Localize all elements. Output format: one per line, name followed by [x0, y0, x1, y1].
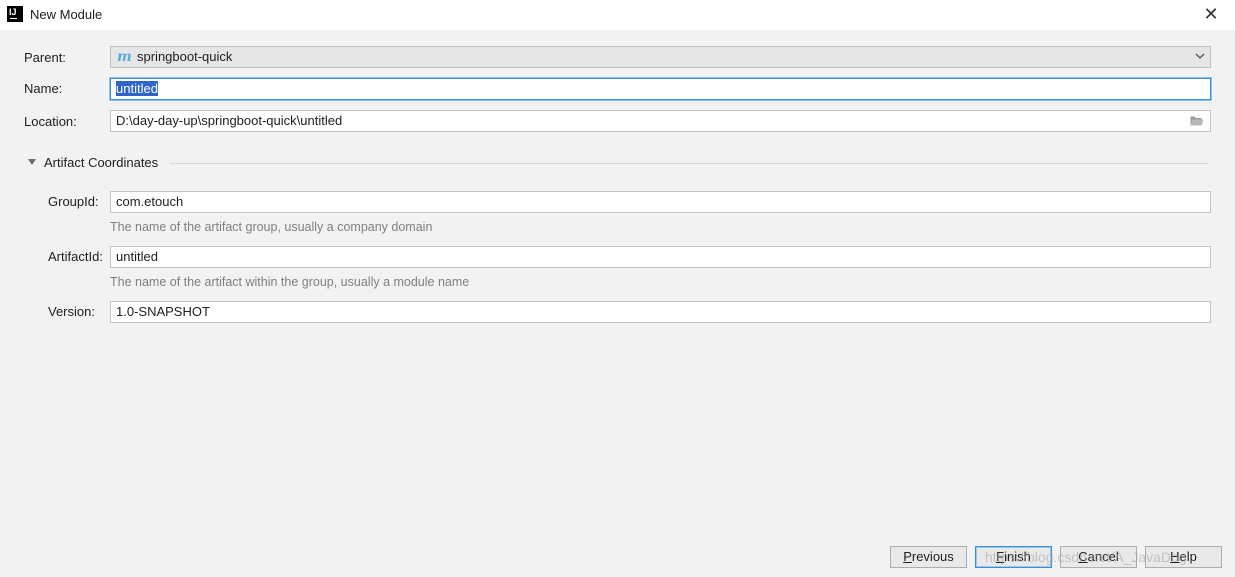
section-divider — [170, 163, 1208, 164]
collapse-triangle-icon[interactable] — [28, 159, 36, 165]
parent-select[interactable]: m springboot-quick — [110, 46, 1211, 68]
version-field[interactable]: 1.0-SNAPSHOT — [110, 301, 1211, 323]
version-field-value: 1.0-SNAPSHOT — [116, 304, 210, 319]
artifactid-label: ArtifactId: — [48, 249, 103, 264]
location-label: Location: — [24, 114, 77, 129]
maven-module-icon: m — [117, 49, 132, 65]
title-bar — [0, 0, 1235, 30]
watermark: https://blog.csdn.net/A_JavaDog — [985, 549, 1187, 565]
name-label: Name: — [24, 81, 63, 96]
location-field[interactable]: D:\day-day-up\springboot-quick\untitled — [110, 110, 1211, 132]
folder-open-icon[interactable] — [1190, 115, 1204, 126]
close-icon[interactable]: ✕ — [1201, 4, 1221, 24]
parent-label: Parent: — [24, 50, 66, 65]
name-field-value: untitled — [116, 81, 158, 96]
parent-select-value: springboot-quick — [137, 49, 233, 64]
location-field-value: D:\day-day-up\springboot-quick\untitled — [116, 113, 343, 128]
chevron-down-icon — [1195, 53, 1205, 59]
previous-button[interactable]: Previous — [890, 546, 967, 568]
intellij-app-icon: IJ — [7, 6, 23, 22]
version-label: Version: — [48, 304, 95, 319]
groupid-label: GroupId: — [48, 194, 99, 209]
artifactid-field-value: untitled — [116, 249, 158, 264]
name-field[interactable]: untitled — [110, 78, 1211, 100]
groupid-field[interactable]: com.etouch — [110, 191, 1211, 213]
artifactid-field[interactable]: untitled — [110, 246, 1211, 268]
groupid-hint: The name of the artifact group, usually … — [110, 220, 433, 234]
artifactid-hint: The name of the artifact within the grou… — [110, 275, 470, 289]
groupid-field-value: com.etouch — [116, 194, 184, 209]
window-title: New Module — [30, 7, 103, 22]
artifact-coordinates-title[interactable]: Artifact Coordinates — [44, 155, 158, 170]
